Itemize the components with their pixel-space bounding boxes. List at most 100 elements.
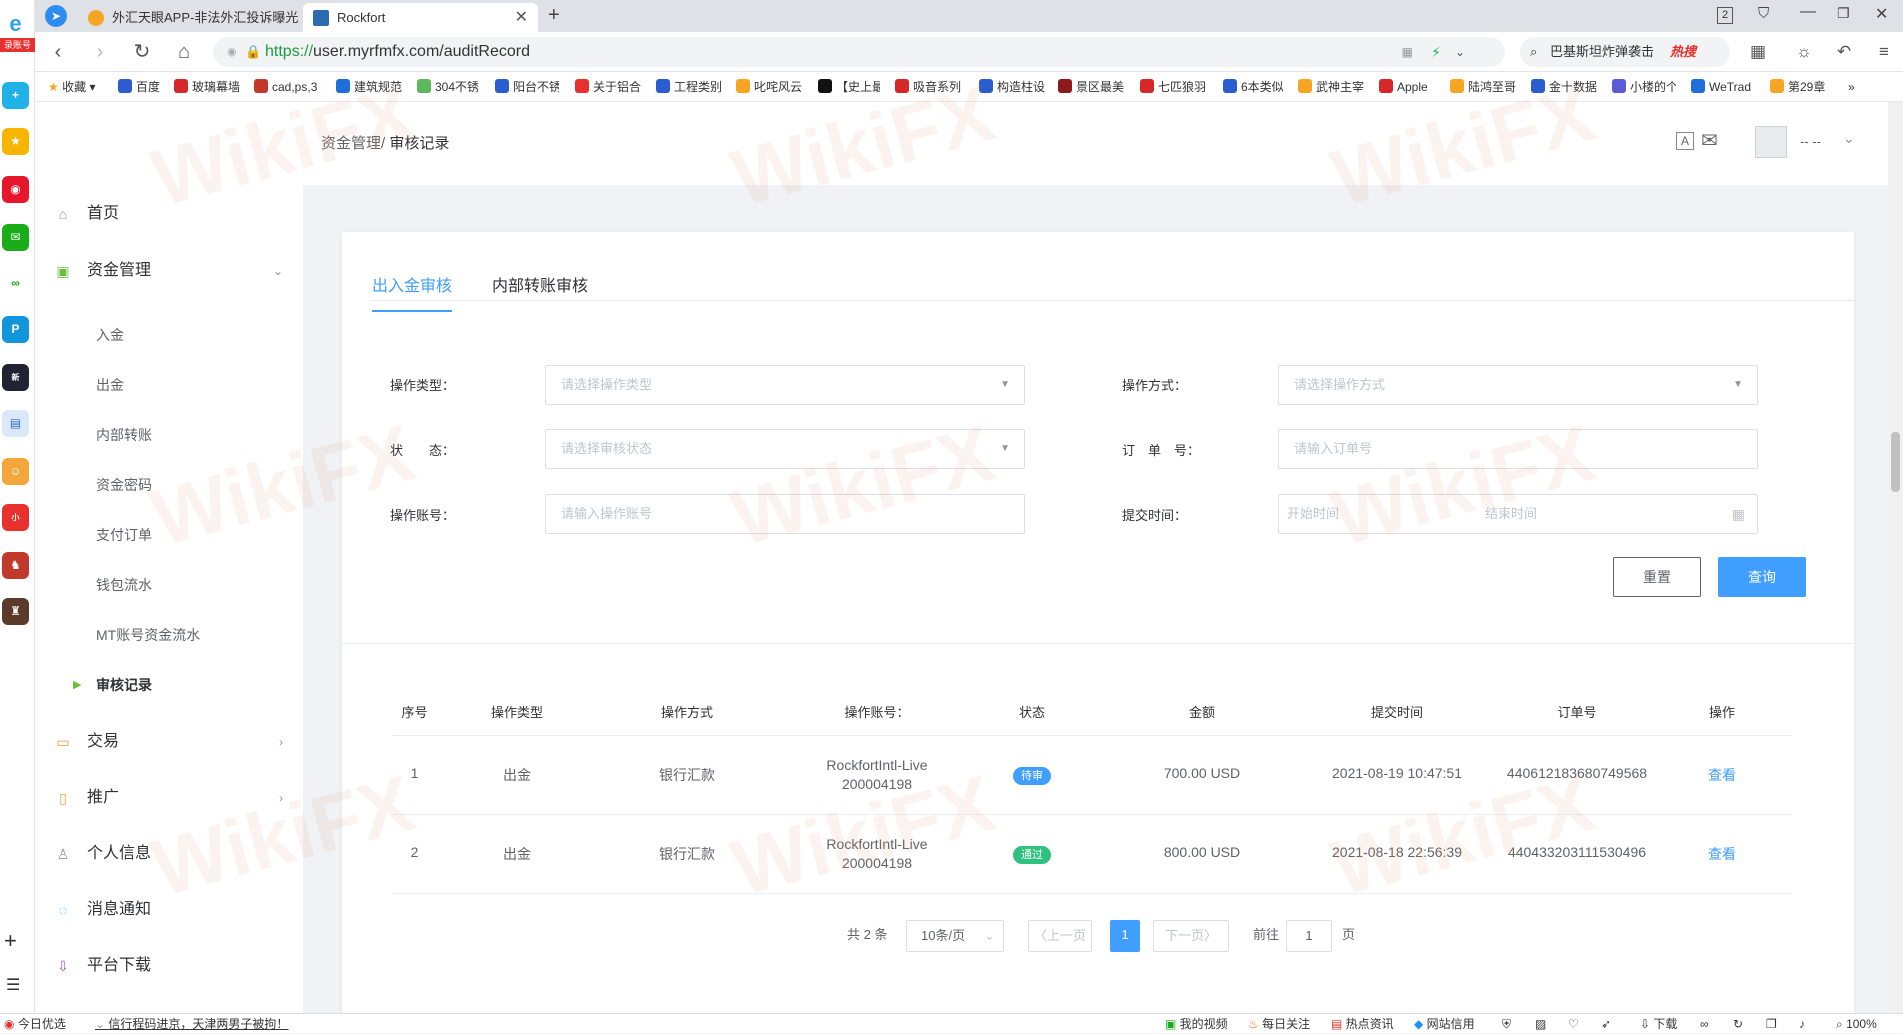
bookmark-item[interactable]: 武神主宰 — [1298, 72, 1368, 102]
page-1-button[interactable]: 1 — [1110, 920, 1140, 952]
sidebar-item-home[interactable]: ⌂ 首页 — [35, 192, 303, 236]
sidebar-sub-internal-transfer[interactable]: 内部转账 — [35, 415, 303, 455]
op-type-select[interactable]: 请选择操作类型 ▼ — [545, 365, 1025, 405]
app-p-icon[interactable]: P — [2, 316, 29, 343]
image-icon[interactable]: ▨ — [1535, 1014, 1546, 1034]
bookmark-item[interactable]: 吸音系列 — [895, 72, 965, 102]
bookmark-item[interactable]: 百度 — [118, 72, 166, 102]
page-scrollbar[interactable] — [1888, 102, 1903, 1013]
start-time-input[interactable]: 开始时间 — [1287, 506, 1339, 521]
sidebar-sub-mt-flow[interactable]: MT账号资金流水 — [35, 615, 303, 655]
bookmark-item[interactable]: 叱咤风云 — [736, 72, 806, 102]
hot-news[interactable]: ▤ 热点资讯 — [1331, 1014, 1394, 1034]
forward-icon[interactable]: › — [88, 40, 112, 64]
login-account-label[interactable]: 录账号 — [0, 38, 35, 52]
search-box[interactable]: ⌕ 巴基斯坦炸弹袭击 热搜 — [1520, 37, 1730, 67]
news-ticker[interactable]: ⌄ 信行程码进京，天津两男子被拘！ — [95, 1014, 288, 1034]
bookmark-item[interactable]: 景区最美 — [1058, 72, 1126, 102]
heart-icon[interactable]: ♡ — [1568, 1014, 1579, 1034]
close-tab-icon[interactable]: ✕ — [515, 3, 528, 32]
navigation-icon[interactable]: ➤ — [45, 5, 67, 27]
home-icon[interactable]: ⌂ — [172, 40, 196, 64]
avatar[interactable] — [1755, 126, 1787, 158]
dropdown-icon[interactable]: ⌄ — [1455, 37, 1465, 67]
sidebar-sub-audit-record[interactable]: ▶ 审核记录 — [35, 665, 303, 705]
bookmark-item[interactable]: cad,ps,3 — [254, 72, 322, 102]
sidebar-sub-deposit[interactable]: 入金 — [35, 315, 303, 355]
view-link[interactable]: 查看 — [1708, 765, 1736, 785]
refresh-icon[interactable]: ↻ — [1733, 1014, 1743, 1034]
mail-icon[interactable]: ✉ — [1701, 128, 1718, 153]
sidebar-sub-withdraw[interactable]: 出金 — [35, 365, 303, 405]
mail-icon[interactable]: ✉ — [2, 224, 29, 251]
my-videos[interactable]: ▣ 我的视频 — [1165, 1014, 1228, 1034]
tab-count-badge[interactable]: 2 — [1717, 7, 1733, 24]
sidebar-item-promotion[interactable]: ▯ 推广 › — [35, 776, 303, 820]
breadcrumb-parent[interactable]: 资金管理/ — [321, 135, 385, 152]
bookmark-item[interactable]: 建筑规范 — [336, 72, 406, 102]
shield-icon[interactable]: ⛨ — [1502, 1014, 1511, 1034]
menu-icon[interactable]: ≡ — [1872, 40, 1896, 64]
news-app-icon[interactable]: 新 — [2, 364, 29, 391]
status-select[interactable]: 请选择审核状态 ▼ — [545, 429, 1025, 469]
bookmark-item[interactable]: 阳台不锈 — [495, 72, 559, 102]
sidebar-sub-payment-orders[interactable]: 支付订单 — [35, 515, 303, 555]
scrollbar-thumb[interactable] — [1891, 432, 1900, 492]
window-icon[interactable]: ❐ — [1766, 1014, 1777, 1034]
game-icon[interactable]: ♞ — [2, 552, 29, 579]
sidebar-app-icon[interactable]: + — [2, 82, 29, 109]
add-app-icon[interactable]: + — [4, 928, 17, 954]
rocket-icon[interactable]: ➶ — [1601, 1014, 1611, 1034]
daily-focus[interactable]: ♨ 每日关注 — [1248, 1014, 1310, 1034]
today-picks[interactable]: ◉ 今日优选 — [4, 1014, 66, 1034]
undo-icon[interactable]: ↶ — [1832, 40, 1856, 64]
prev-page-button[interactable]: 〈上一页 — [1028, 920, 1092, 952]
apps-grid-icon[interactable]: ▦ — [1746, 40, 1770, 64]
user-name[interactable]: -- -- — [1800, 134, 1821, 149]
page-size-select[interactable]: 10条/页 ⌄ — [906, 920, 1004, 952]
bookmark-item[interactable]: 玻璃幕墙 — [174, 72, 240, 102]
bookmark-item[interactable]: 6本类似 — [1223, 72, 1291, 102]
weibo-icon[interactable]: ◉ — [2, 176, 29, 203]
bookmark-item[interactable]: 陆鸿至哥 — [1450, 72, 1520, 102]
back-icon[interactable]: ‹ — [46, 40, 70, 64]
user-dropdown-icon[interactable]: ⌄ — [1843, 130, 1855, 147]
sidebar-item-download[interactable]: ⇩ 平台下载 — [35, 944, 303, 988]
sidebar-item-profile[interactable]: ♙ 个人信息 — [35, 832, 303, 876]
next-page-button[interactable]: 下一页〉 — [1153, 920, 1229, 952]
new-tab-icon[interactable]: + — [548, 4, 560, 27]
link-icon[interactable]: ∞ — [2, 270, 29, 297]
sidebar-item-messages[interactable]: ◌ 消息通知 — [35, 888, 303, 932]
bookmark-item[interactable]: 构造柱设 — [979, 72, 1047, 102]
lightning-icon[interactable]: ⚡ — [1431, 37, 1441, 67]
bookmark-item[interactable]: 第29章 — [1770, 72, 1834, 102]
menu-icon[interactable]: ☰ — [6, 975, 20, 995]
view-link[interactable]: 查看 — [1708, 844, 1736, 864]
bookmark-item[interactable]: 【史上最 — [818, 72, 880, 102]
bookmarks-more-icon[interactable]: » — [1848, 72, 1868, 102]
date-range-picker[interactable]: 开始时间 结束时间 ▦ — [1278, 494, 1758, 534]
tab-internal-audit[interactable]: 内部转账审核 — [492, 272, 588, 312]
bookmark-item[interactable]: 七匹狼羽 — [1140, 72, 1212, 102]
sidebar-item-trade[interactable]: ▭ 交易 › — [35, 720, 303, 764]
browser-logo-icon[interactable]: e — [2, 10, 29, 37]
favorites-star-icon[interactable]: ★ — [2, 128, 29, 155]
account-input[interactable]: 请输入操作账号 — [545, 494, 1025, 534]
qr-icon[interactable]: ▦ — [1402, 37, 1413, 67]
bookmark-item[interactable]: 小楼的个 — [1612, 72, 1676, 102]
mini-game-icon[interactable]: 小 — [2, 504, 29, 531]
goto-page-input[interactable]: 1 — [1286, 920, 1332, 952]
address-bar[interactable]: ◉ 🔒 https://user.myrfmfx.com/auditRecord… — [213, 37, 1505, 67]
game-icon-2[interactable]: ♜ — [2, 598, 29, 625]
shirt-icon[interactable]: ⛉ — [1758, 5, 1769, 22]
sidebar-item-funds[interactable]: ▣ 资金管理 ⌄ — [35, 249, 303, 293]
bookmark-item[interactable]: ★ 收藏 ▾ — [48, 72, 108, 102]
download-button[interactable]: ⇩ 下载 — [1640, 1014, 1677, 1034]
bookmark-item[interactable]: 金十数据 — [1531, 72, 1601, 102]
minimize-icon[interactable]: — — [1800, 3, 1816, 21]
tab-rockfort[interactable]: Rockfort ✕ — [303, 3, 538, 32]
order-input[interactable]: 请输入订单号 — [1278, 429, 1758, 469]
query-button[interactable]: 查询 — [1718, 557, 1806, 597]
sound-icon[interactable]: ♪ — [1799, 1014, 1805, 1034]
tab-wikifx[interactable]: 外汇天眼APP-非法外汇投诉曝光 — [78, 3, 298, 32]
